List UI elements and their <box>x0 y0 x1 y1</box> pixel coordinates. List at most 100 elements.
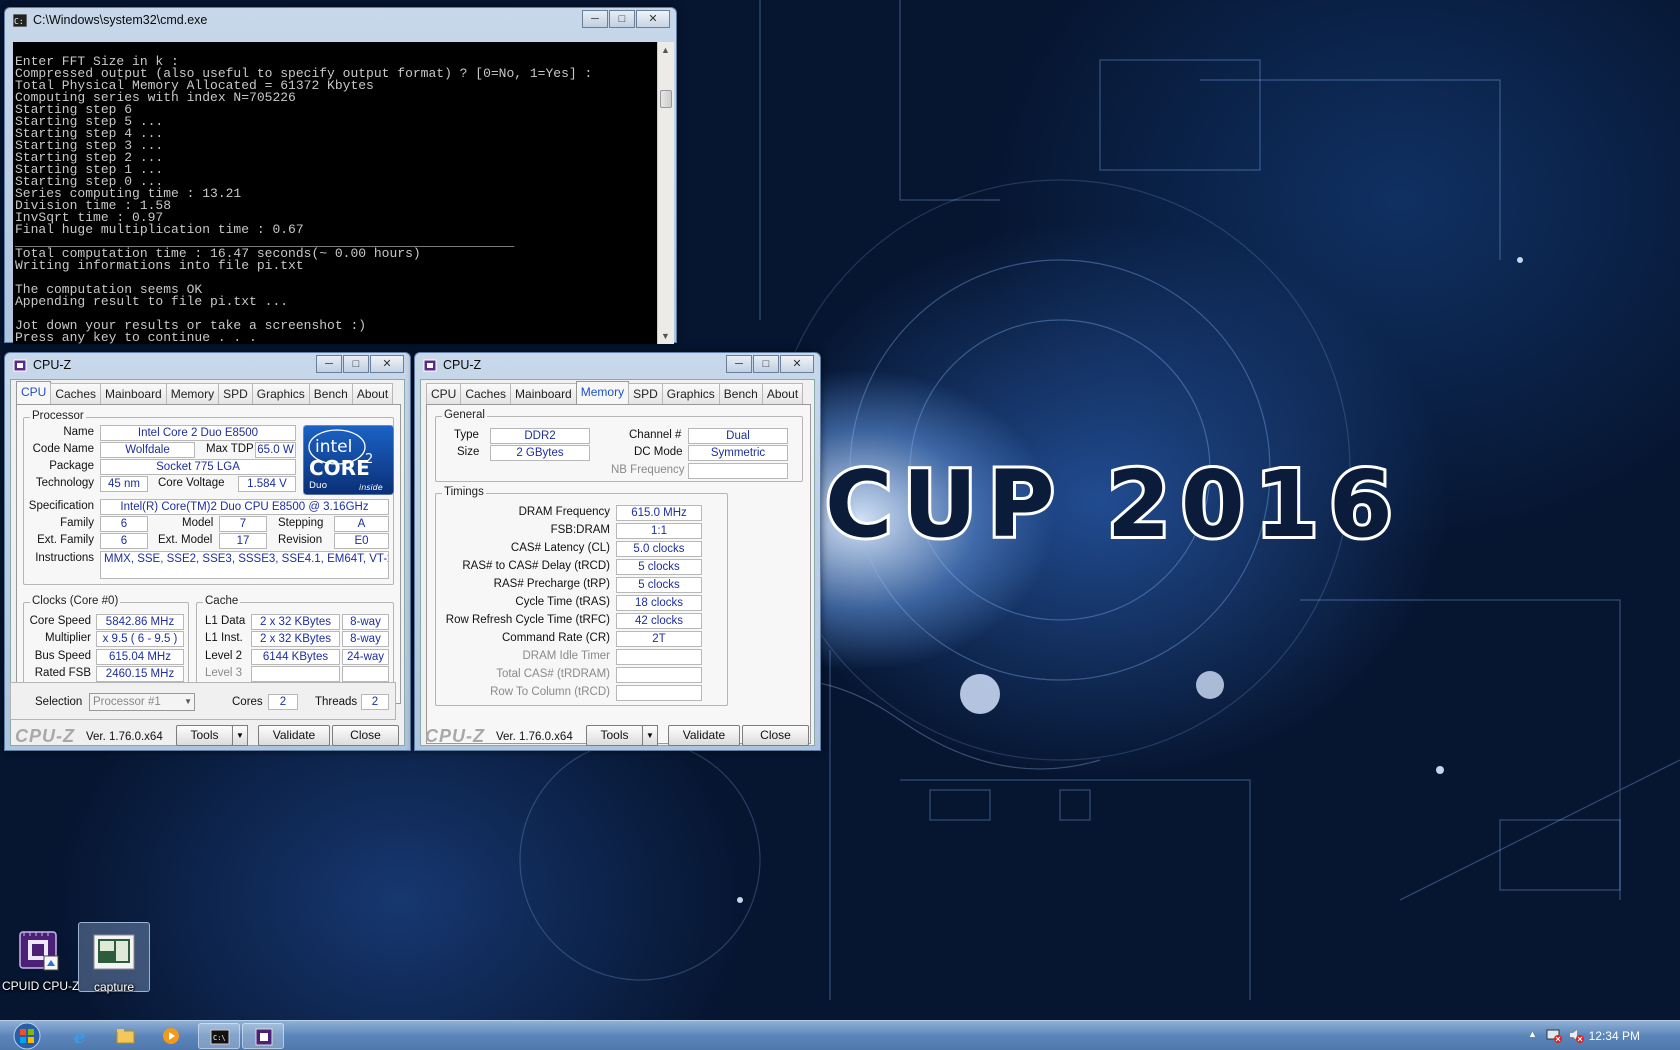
validate-button[interactable]: Validate <box>258 725 330 746</box>
taskbar-cmd[interactable]: C:\ <box>198 1023 240 1049</box>
cpuz-cpu-bottom-bar: CPU-Z Ver. 1.76.0.x64 Tools ▼ Validate C… <box>10 722 405 750</box>
tools-dropdown-button[interactable]: ▼ <box>232 725 248 746</box>
desktop-icon-cpuz[interactable]: CPUID CPU-Z <box>2 922 79 993</box>
general-group: General Type DDR2 Size 2 GBytes Channel … <box>435 409 803 482</box>
l1inst-way: 8-way <box>342 631 389 647</box>
maximize-button[interactable]: □ <box>753 355 779 373</box>
version-label: Ver. 1.76.0.x64 <box>496 731 573 743</box>
cas-label: CAS# Latency (CL) <box>510 542 610 554</box>
close-button[interactable]: ✕ <box>370 355 404 373</box>
tab-cpu[interactable]: CPU <box>426 383 462 404</box>
extmodel-value: 17 <box>219 533 267 549</box>
intel-core2duo-logo: intel CORE 2 Duo inside <box>303 425 394 495</box>
cpuz-icon <box>423 359 437 372</box>
console-output[interactable]: Enter FFT Size in k : Compressed output (… <box>13 42 657 344</box>
validate-button[interactable]: Validate <box>668 725 740 746</box>
taskbar-explorer[interactable] <box>104 1023 146 1049</box>
cache-group: Cache L1 Data 2 x 32 KBytes 8-way L1 Ins… <box>196 595 394 686</box>
cas-value: 5.0 clocks <box>616 541 702 557</box>
console-scrollbar[interactable]: ▲ ▼ <box>657 42 674 344</box>
svg-text:inside: inside <box>359 483 383 492</box>
tab-caches[interactable]: Caches <box>460 383 512 404</box>
instructions-value: MMX, SSE, SSE2, SSE3, SSSE3, SSE4.1, EM6… <box>100 551 389 579</box>
channel-label: Channel # <box>629 429 682 441</box>
tab-graphics[interactable]: Graphics <box>661 383 720 404</box>
tab-memory[interactable]: Memory <box>575 381 630 404</box>
cpuz-title: CPU-Z <box>33 358 72 372</box>
desktop-icon-caption: capture <box>93 980 135 994</box>
codename-label: Code Name <box>32 443 94 455</box>
package-value: Socket 775 LGA <box>100 459 296 475</box>
tab-memory[interactable]: Memory <box>165 383 220 404</box>
selection-box: Selection Processor #1 ▼ Cores 2 Threads… <box>10 682 396 720</box>
close-button[interactable]: ✕ <box>636 10 670 28</box>
fsbdram-label: FSB:DRAM <box>550 524 610 536</box>
chevron-down-icon: ▼ <box>184 697 192 706</box>
desktop-icon-capture[interactable]: capture <box>78 922 150 994</box>
processor-group-label: Processor <box>30 410 86 422</box>
svg-text:C:: C: <box>14 17 24 26</box>
cpuz-memory-window[interactable]: CPU-Z ─ □ ✕ CPU Caches Mainboard Memory … <box>414 352 821 751</box>
trdram-label: Total CAS# (tRDRAM) <box>496 668 610 680</box>
cpuz-icon <box>255 1028 273 1046</box>
tools-button[interactable]: Tools <box>176 725 233 746</box>
minimize-button[interactable]: ─ <box>316 355 342 373</box>
minimize-button[interactable]: ─ <box>582 10 608 28</box>
close-app-button[interactable]: Close <box>742 725 809 746</box>
tab-cpu[interactable]: CPU <box>16 381 52 404</box>
trcd2-value <box>616 685 702 701</box>
close-app-button[interactable]: Close <box>332 725 399 746</box>
start-button[interactable] <box>4 1022 50 1050</box>
level3-value <box>251 666 340 682</box>
package-label: Package <box>49 460 94 472</box>
tab-spd[interactable]: SPD <box>628 383 663 404</box>
level3-label: Level 3 <box>205 667 243 679</box>
tab-spd[interactable]: SPD <box>218 383 253 404</box>
tab-about[interactable]: About <box>351 383 394 404</box>
close-button[interactable]: ✕ <box>780 355 814 373</box>
tools-button[interactable]: Tools <box>586 725 643 746</box>
tab-about[interactable]: About <box>761 383 804 404</box>
spec-label: Specification <box>28 500 94 512</box>
maximize-button[interactable]: □ <box>343 355 369 373</box>
taskbar-cpuz[interactable] <box>242 1023 284 1049</box>
l1data-way: 8-way <box>342 614 389 630</box>
size-value: 2 GBytes <box>490 445 590 461</box>
trfc-label: Row Refresh Cycle Time (tRFC) <box>445 614 610 626</box>
stepping-label: Stepping <box>278 517 324 529</box>
clocks-group: Clocks (Core #0) Core Speed 5842.86 MHz … <box>23 595 189 686</box>
clock[interactable]: 12:34 PM <box>1589 1029 1640 1043</box>
scroll-up-icon[interactable]: ▲ <box>661 45 670 55</box>
volume-muted-icon[interactable] <box>1568 1027 1584 1043</box>
tab-mainboard[interactable]: Mainboard <box>510 383 577 404</box>
tab-graphics[interactable]: Graphics <box>251 383 310 404</box>
tab-bench[interactable]: Bench <box>308 383 353 404</box>
multiplier-label: Multiplier <box>44 632 91 644</box>
cpuz-titlebar[interactable]: CPU-Z ─ □ ✕ <box>5 353 410 379</box>
tools-dropdown-button[interactable]: ▼ <box>642 725 658 746</box>
cr-value: 2T <box>616 631 702 647</box>
maximize-icon: □ <box>352 357 360 370</box>
nbfreq-label: NB Frequency <box>611 464 685 476</box>
processor-select[interactable]: Processor #1 ▼ <box>89 693 195 711</box>
cmd-titlebar[interactable]: C: C:\Windows\system32\cmd.exe ─ □ ✕ <box>5 8 676 34</box>
cmd-window[interactable]: C: C:\Windows\system32\cmd.exe ─ □ ✕ Ent… <box>4 7 677 344</box>
tab-caches[interactable]: Caches <box>50 383 102 404</box>
network-icon[interactable] <box>1546 1027 1562 1043</box>
memory-tab-page: General Type DDR2 Size 2 GBytes Channel … <box>426 404 811 744</box>
cpuz-titlebar[interactable]: CPU-Z ─ □ ✕ <box>415 353 820 379</box>
revision-value: E0 <box>334 533 389 549</box>
maximize-button[interactable]: □ <box>609 10 635 28</box>
taskbar-media-player[interactable] <box>150 1023 192 1049</box>
tab-mainboard[interactable]: Mainboard <box>100 383 167 404</box>
scroll-down-icon[interactable]: ▼ <box>661 331 670 341</box>
processor-select-value: Processor #1 <box>93 696 161 708</box>
cpuz-brand: CPU-Z <box>425 726 485 746</box>
taskbar-ie[interactable]: e <box>60 1023 102 1049</box>
scroll-thumb[interactable] <box>660 90 672 108</box>
busspeed-label: Bus Speed <box>34 650 91 662</box>
tab-bench[interactable]: Bench <box>718 383 763 404</box>
minimize-button[interactable]: ─ <box>726 355 752 373</box>
nbfreq-value <box>688 463 788 479</box>
tray-overflow-icon[interactable]: ▲ <box>1528 1029 1537 1039</box>
